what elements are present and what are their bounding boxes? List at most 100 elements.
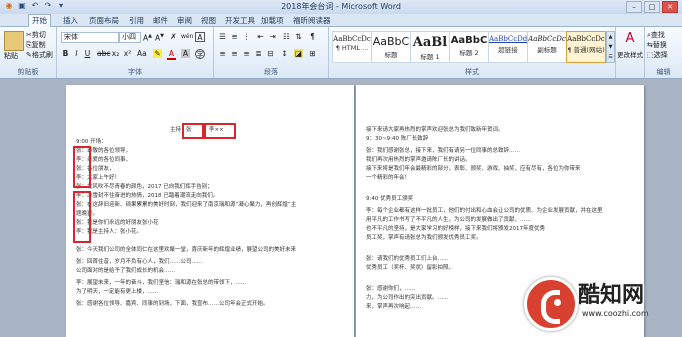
highlight-box-host2: 李××: [204, 123, 236, 139]
borders-icon[interactable]: ⊞: [308, 49, 317, 58]
increase-indent-icon[interactable]: ⇥: [268, 32, 277, 41]
line-spacing-icon[interactable]: ↕: [280, 49, 289, 58]
distributed-icon[interactable]: ⊟: [266, 49, 275, 58]
tab-home[interactable]: 开始: [28, 14, 51, 27]
sort-icon[interactable]: ⇅: [294, 32, 303, 41]
logo-icon: [524, 277, 578, 331]
style-preview: AaBbC: [372, 35, 410, 48]
tab-addins[interactable]: 加载项: [258, 15, 287, 26]
align-center-icon[interactable]: ≡: [230, 49, 239, 58]
doc-line: 力，为公司作出的突出贡献。……: [366, 295, 449, 301]
clear-format-icon[interactable]: ✗: [169, 32, 178, 41]
change-styles-group: A 更改样式: [616, 27, 645, 78]
find-button[interactable]: ⌕查找: [647, 30, 665, 40]
style-preview: AaBbCcDc: [333, 35, 371, 43]
select-button[interactable]: ⬚选择: [647, 50, 668, 60]
font-group-label: 字体: [128, 68, 142, 76]
change-styles-icon[interactable]: A: [622, 31, 638, 47]
paragraph-group-label: 段落: [264, 68, 278, 76]
host-name-1: 张: [186, 127, 192, 133]
doc-line: 员工奖，掌声有请张总为我们颁发优秀员工奖。: [366, 235, 482, 241]
bold-icon[interactable]: B: [61, 49, 70, 58]
font-color-icon[interactable]: A: [167, 49, 176, 60]
format-painter-button[interactable]: ✎格式刷: [26, 50, 53, 60]
style-subtitle[interactable]: AaBbCcDc 副标题: [527, 31, 567, 63]
tab-view[interactable]: 视图: [198, 15, 219, 26]
font-name-select[interactable]: 宋体: [61, 32, 119, 43]
style-normal-web[interactable]: AaBbCcDc ¶ 普通(网站): [566, 31, 606, 63]
tab-insert[interactable]: 插入: [60, 15, 81, 26]
doc-line: 张：感谢你们，……: [366, 286, 416, 292]
numbering-icon[interactable]: ≡: [230, 32, 239, 41]
paste-button[interactable]: 粘贴: [4, 51, 18, 61]
decrease-indent-icon[interactable]: ⇤: [256, 32, 265, 41]
chinese-layout-icon[interactable]: ☷: [282, 32, 291, 41]
tab-review[interactable]: 审阅: [174, 15, 195, 26]
highlight-icon[interactable]: ✎: [153, 49, 162, 58]
ribbon-tabs: 开始 插入 页面布局 引用 邮件 审阅 视图 开发工具 加载项 福昕阅读器: [0, 14, 682, 27]
change-styles-button[interactable]: 更改样式: [617, 49, 643, 59]
copy-button[interactable]: ⎘复制: [26, 40, 46, 50]
clipboard-group: 粘贴 ✂剪切 ⎘复制 ✎格式刷 剪贴板: [0, 27, 57, 78]
minimize-button[interactable]: –: [626, 1, 642, 13]
char-shading-icon[interactable]: A: [181, 49, 190, 58]
doc-line: 接下来请大家再热烈的掌声欢迎张总为我们致新年贺词。: [366, 127, 504, 133]
page-left[interactable]: 主持： 张 李×× 9:00 开场： 张：尊敬的各位领导， 李：亲爱的各位同事，…: [66, 85, 354, 337]
style-preview: AaBbCcDd: [489, 35, 527, 43]
enclosed-char-icon[interactable]: 字: [195, 49, 205, 59]
tab-references[interactable]: 引用: [126, 15, 147, 26]
style-preview: AaBbCcDc: [528, 35, 566, 43]
grow-font-icon[interactable]: A▲: [143, 32, 152, 43]
tab-foxit-reader[interactable]: 福昕阅读器: [290, 15, 334, 26]
style-title[interactable]: AaBbC 标题: [371, 31, 411, 63]
style-html[interactable]: AaBbCcDc ¶ HTML ...: [332, 31, 372, 63]
doc-line: 也不平凡的坚持，是大家学习的好榜样，接下来我们将颁发2017年度优秀: [366, 226, 545, 232]
style-name: 标题 2: [459, 49, 479, 57]
clipboard-group-label: 剪贴板: [17, 68, 39, 76]
doc-line: 为了明天，一定能有更上楼，……: [76, 289, 159, 295]
change-case-icon[interactable]: Aa: [137, 49, 147, 58]
tab-developer[interactable]: 开发工具: [222, 15, 258, 26]
cut-button[interactable]: ✂剪切: [26, 30, 46, 40]
show-marks-icon[interactable]: ¶: [308, 32, 317, 41]
italic-icon[interactable]: I: [72, 49, 81, 58]
multilevel-list-icon[interactable]: ⋮: [242, 32, 251, 41]
justify-icon[interactable]: ≣: [254, 49, 263, 58]
char-border-icon[interactable]: A: [195, 32, 205, 42]
doc-line: 9:40 优秀员工颁奖: [366, 196, 414, 202]
style-preview: AaBbCcDc: [567, 35, 605, 43]
styles-scroll-icon[interactable]: ▲ ▼ ☰: [606, 31, 615, 63]
style-hyperlink[interactable]: AaBbCcDd 超链接: [488, 31, 528, 63]
title-bar: ◉ ▣ ↶ ↷ ▾ 2018年会台词 - Microsoft Word – □ …: [0, 0, 682, 15]
doc-line: 张：感谢各位领导、嘉宾、同事的到场，下面，我宣布……公司年会正式开始。: [76, 301, 269, 307]
highlight-box-speakers-1: [73, 146, 91, 188]
style-name: 标题 1: [420, 53, 440, 61]
style-name: ¶ 普通(网站): [567, 46, 605, 54]
style-name: 超链接: [498, 46, 518, 54]
phonetic-guide-icon[interactable]: wén: [181, 32, 193, 41]
shading-icon[interactable]: ◪: [294, 49, 303, 58]
shrink-font-icon[interactable]: A▼: [155, 32, 164, 43]
replace-button[interactable]: ⇆替换: [647, 40, 667, 50]
strikethrough-icon[interactable]: abc: [97, 49, 110, 58]
align-left-icon[interactable]: ≡: [218, 49, 227, 58]
tab-page-layout[interactable]: 页面布局: [86, 15, 122, 26]
paste-icon[interactable]: [4, 31, 24, 51]
editing-group-label: 编辑: [656, 68, 671, 76]
tab-mailings[interactable]: 邮件: [150, 15, 171, 26]
editing-group: ⌕查找 ⇆替换 ⬚选择 编辑: [645, 27, 682, 78]
style-heading-2[interactable]: AaBbC 标题 2: [449, 31, 489, 63]
style-name: 标题: [384, 51, 398, 59]
doc-line: 公司面对的是给予了我们成长的机会……: [76, 268, 176, 274]
bullets-icon[interactable]: ☰: [218, 32, 227, 41]
style-heading-1[interactable]: AaBl 标题 1: [410, 31, 450, 63]
style-name: ¶ HTML ...: [335, 44, 369, 52]
underline-icon[interactable]: U: [83, 49, 92, 58]
superscript-icon[interactable]: x²: [123, 49, 132, 58]
find-label: 查找: [650, 31, 665, 39]
maximize-button[interactable]: □: [644, 1, 660, 13]
subscript-icon[interactable]: x₂: [111, 49, 120, 58]
align-right-icon[interactable]: ≡: [242, 49, 251, 58]
font-size-select[interactable]: 小四: [119, 32, 141, 43]
close-button[interactable]: ✕: [662, 1, 678, 13]
